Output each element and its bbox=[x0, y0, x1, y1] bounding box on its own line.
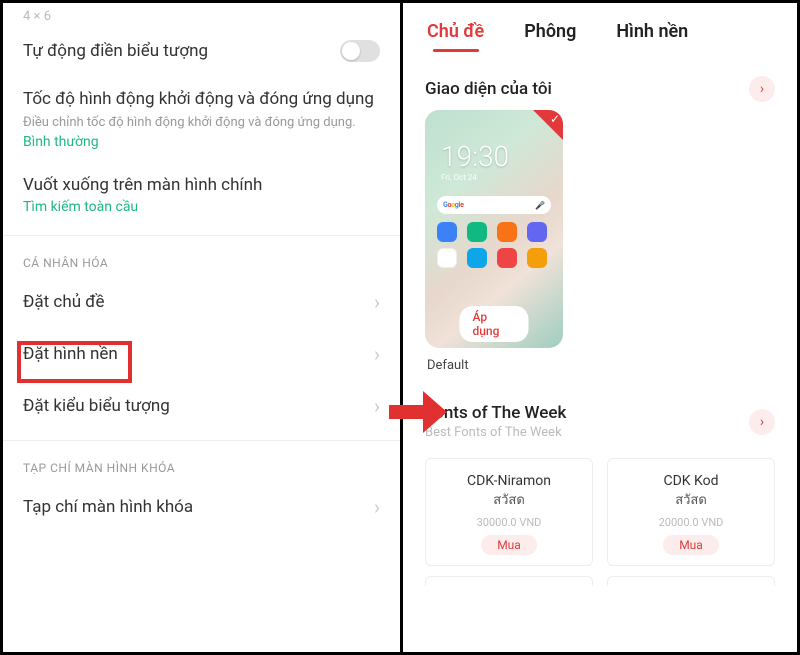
apply-theme-button[interactable]: Áp dụng bbox=[460, 306, 529, 342]
chevron-right-icon: › bbox=[374, 290, 380, 314]
font-name: CDK-Niramon bbox=[432, 473, 586, 489]
more-my-interface-button[interactable]: › bbox=[749, 76, 775, 102]
auto-fill-icons-label: Tự động điền biểu tượng bbox=[23, 41, 208, 61]
buy-button[interactable]: Mua bbox=[663, 535, 719, 555]
animation-speed-row[interactable]: Tốc độ hình động khởi động và đóng ứng d… bbox=[3, 76, 400, 162]
animation-speed-value: Bình thường bbox=[23, 134, 380, 150]
chevron-right-icon: › bbox=[760, 81, 764, 97]
fonts-of-week-title: Fonts of The Week bbox=[425, 403, 566, 423]
grid-size-label: 4 × 6 bbox=[3, 3, 400, 26]
chevron-right-icon: › bbox=[374, 342, 380, 366]
font-sample: สวัสด bbox=[432, 489, 586, 510]
font-card[interactable]: CDK Kod สวัสด 20000.0 VND Mua bbox=[607, 458, 775, 566]
animation-speed-desc: Điều chỉnh tốc độ hình động khởi động và… bbox=[23, 115, 380, 132]
theme-card-default[interactable]: 19:30 Fri, Oct 24 Google 🎤 Áp dụng bbox=[425, 110, 563, 348]
fonts-grid: CDK-Niramon สวัสด 30000.0 VND Mua CDK Ko… bbox=[403, 448, 797, 566]
fonts-of-week-header: Fonts of The Week Best Fonts of The Week… bbox=[403, 373, 797, 448]
google-search-widget-icon: Google 🎤 bbox=[437, 196, 551, 214]
chevron-right-icon: › bbox=[374, 394, 380, 418]
chevron-right-icon: › bbox=[760, 414, 764, 430]
set-icon-style-row[interactable]: Đặt kiểu biểu tượng › bbox=[3, 380, 400, 432]
swipe-down-label: Vuốt xuống trên màn hình chính bbox=[23, 174, 380, 197]
set-icon-style-label: Đặt kiểu biểu tượng bbox=[23, 396, 170, 416]
tutorial-frame: 4 × 6 Tự động điền biểu tượng Tốc độ hìn… bbox=[0, 0, 800, 655]
swipe-down-row[interactable]: Vuốt xuống trên màn hình chính Tìm kiếm … bbox=[3, 162, 400, 227]
font-price: 30000.0 VND bbox=[432, 516, 586, 529]
auto-fill-icons-row[interactable]: Tự động điền biểu tượng bbox=[3, 26, 400, 76]
font-card[interactable]: CDK-Niramon สวัสด 30000.0 VND Mua bbox=[425, 458, 593, 566]
preview-icon-grid bbox=[435, 220, 553, 270]
font-sample: สวัสด bbox=[614, 489, 768, 510]
toggle-off-icon[interactable] bbox=[340, 40, 380, 62]
tab-theme[interactable]: Chủ đề bbox=[427, 21, 484, 48]
fonts-grid-next-row bbox=[403, 566, 797, 586]
preview-date: Fri, Oct 24 bbox=[441, 173, 553, 182]
my-interface-header: Giao diện của tôi › bbox=[403, 58, 797, 110]
preview-clock: 19:30 bbox=[441, 140, 553, 173]
my-interface-title: Giao diện của tôi bbox=[425, 79, 552, 99]
font-price: 20000.0 VND bbox=[614, 516, 768, 529]
set-theme-row[interactable]: Đặt chủ đề › bbox=[3, 276, 400, 328]
tab-wallpaper[interactable]: Hình nền bbox=[616, 21, 688, 48]
chevron-right-icon: › bbox=[374, 495, 380, 519]
buy-button[interactable]: Mua bbox=[481, 535, 537, 555]
theme-store-tabs: Chủ đề Phông Hình nền bbox=[403, 3, 797, 58]
theme-store-panel: Chủ đề Phông Hình nền Giao diện của tôi … bbox=[403, 3, 797, 652]
set-wallpaper-label: Đặt hình nền bbox=[23, 344, 118, 364]
animation-speed-label: Tốc độ hình động khởi động và đóng ứng d… bbox=[23, 88, 380, 111]
section-lockscreen-magazine: TẠP CHÍ MÀN HÌNH KHÓA bbox=[3, 441, 400, 481]
theme-name-label: Default bbox=[427, 358, 797, 373]
lockscreen-magazine-row[interactable]: Tạp chí màn hình khóa › bbox=[3, 481, 400, 533]
font-name: CDK Kod bbox=[614, 473, 768, 489]
swipe-down-value: Tìm kiếm toàn cầu bbox=[23, 199, 380, 215]
settings-homescreen-panel: 4 × 6 Tự động điền biểu tượng Tốc độ hìn… bbox=[3, 3, 403, 652]
set-wallpaper-row[interactable]: Đặt hình nền › bbox=[3, 328, 400, 380]
fonts-of-week-subtitle: Best Fonts of The Week bbox=[425, 425, 566, 440]
tab-font[interactable]: Phông bbox=[524, 21, 576, 48]
lockscreen-magazine-label: Tạp chí màn hình khóa bbox=[23, 497, 193, 517]
more-fonts-button[interactable]: › bbox=[749, 409, 775, 435]
set-theme-label: Đặt chủ đề bbox=[23, 292, 104, 312]
section-personalize: CÁ NHÂN HÓA bbox=[3, 236, 400, 276]
theme-thumbnail: 19:30 Fri, Oct 24 Google 🎤 Áp dụng bbox=[425, 110, 563, 348]
